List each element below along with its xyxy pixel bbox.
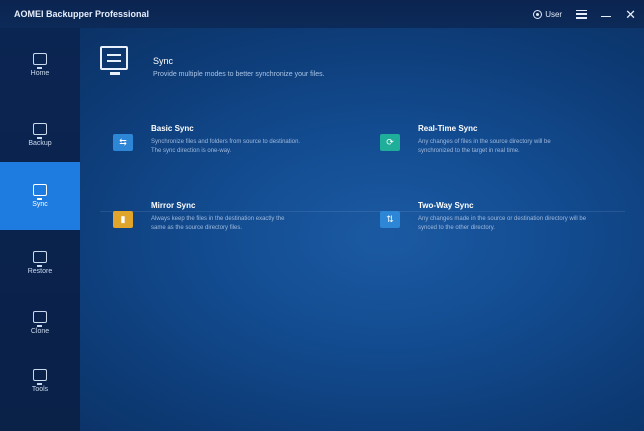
title-controls: User ✕ bbox=[533, 0, 636, 28]
card-description: Any changes of files in the source direc… bbox=[418, 138, 608, 156]
card-title: Real-Time Sync bbox=[418, 124, 478, 133]
app-title: AOMEI Backupper Professional bbox=[14, 9, 150, 19]
sidebar-item-sync[interactable]: Sync bbox=[0, 162, 80, 230]
title-bar: AOMEI Backupper Professional User ✕ bbox=[0, 0, 644, 28]
mirror-sync-card[interactable]: ▮ Mirror Sync Always keep the files in t… bbox=[113, 201, 358, 255]
tools-icon bbox=[33, 369, 47, 385]
sidebar-item-backup[interactable]: Backup bbox=[0, 108, 80, 162]
two-way-sync-card[interactable]: ⇅ Two-Way Sync Any changes made in the s… bbox=[380, 201, 630, 255]
close-icon[interactable]: ✕ bbox=[625, 8, 636, 21]
card-title: Basic Sync bbox=[151, 124, 194, 133]
menu-icon[interactable] bbox=[576, 9, 588, 19]
sidebar-item-label: Backup bbox=[28, 140, 52, 147]
home-icon bbox=[33, 53, 47, 69]
app-window: AOMEI Backupper Professional User ✕ Home… bbox=[0, 0, 644, 431]
card-desc-line: Any changes made in the source or destin… bbox=[418, 216, 587, 222]
sidebar-item-label: Restore bbox=[27, 268, 53, 275]
sync-icon bbox=[33, 184, 47, 200]
card-description: Always keep the files in the destination… bbox=[151, 215, 341, 233]
folder-sync-icon: ⇆ bbox=[113, 134, 133, 151]
basic-sync-card[interactable]: ⇆ Basic Sync Synchronize files and folde… bbox=[113, 124, 358, 178]
card-desc-line: Any changes of files in the source direc… bbox=[418, 139, 551, 145]
mirror-sync-icon: ▮ bbox=[113, 211, 133, 228]
two-way-sync-icon: ⇅ bbox=[380, 211, 400, 228]
card-description: Synchronize files and folders from sourc… bbox=[151, 138, 341, 156]
user-button[interactable]: User bbox=[533, 9, 563, 19]
backup-icon bbox=[33, 123, 47, 139]
card-description: Any changes made in the source or destin… bbox=[418, 215, 608, 233]
sidebar-item-label: Sync bbox=[32, 201, 48, 208]
card-desc-line: same as the source directory files. bbox=[151, 225, 243, 231]
restore-icon bbox=[33, 251, 47, 267]
card-title: Mirror Sync bbox=[151, 201, 196, 210]
real-time-sync-card[interactable]: ⟳ Real-Time Sync Any changes of files in… bbox=[380, 124, 630, 178]
main-panel: Sync Provide multiple modes to better sy… bbox=[80, 28, 644, 431]
sidebar: Home Backup Sync Restore Clone Tools bbox=[0, 28, 80, 431]
sidebar-item-clone[interactable]: Clone bbox=[0, 296, 80, 350]
page-subtitle: Provide multiple modes to better synchro… bbox=[153, 71, 325, 78]
card-desc-line: Synchronize files and folders from sourc… bbox=[151, 139, 301, 145]
page-title: Sync bbox=[153, 56, 174, 66]
user-icon bbox=[533, 9, 543, 19]
clone-icon bbox=[33, 311, 47, 327]
realtime-sync-icon: ⟳ bbox=[380, 134, 400, 151]
sync-header-icon-base bbox=[110, 72, 120, 75]
user-label: User bbox=[545, 9, 563, 19]
card-title: Two-Way Sync bbox=[418, 201, 474, 210]
card-desc-line: The sync direction is one-way. bbox=[151, 148, 232, 154]
card-desc-line: synced to the other directory. bbox=[418, 225, 495, 231]
sidebar-item-label: Clone bbox=[30, 328, 50, 335]
sidebar-item-home[interactable]: Home bbox=[0, 38, 80, 92]
sidebar-item-restore[interactable]: Restore bbox=[0, 236, 80, 290]
sidebar-item-label: Tools bbox=[31, 386, 49, 393]
minimize-icon[interactable] bbox=[601, 9, 612, 19]
card-desc-line: synchronized to the target in real time. bbox=[418, 148, 520, 154]
sync-header-icon bbox=[100, 46, 128, 70]
sidebar-item-label: Home bbox=[30, 70, 50, 77]
sidebar-item-tools[interactable]: Tools bbox=[0, 354, 80, 408]
card-desc-line: Always keep the files in the destination… bbox=[151, 216, 285, 222]
